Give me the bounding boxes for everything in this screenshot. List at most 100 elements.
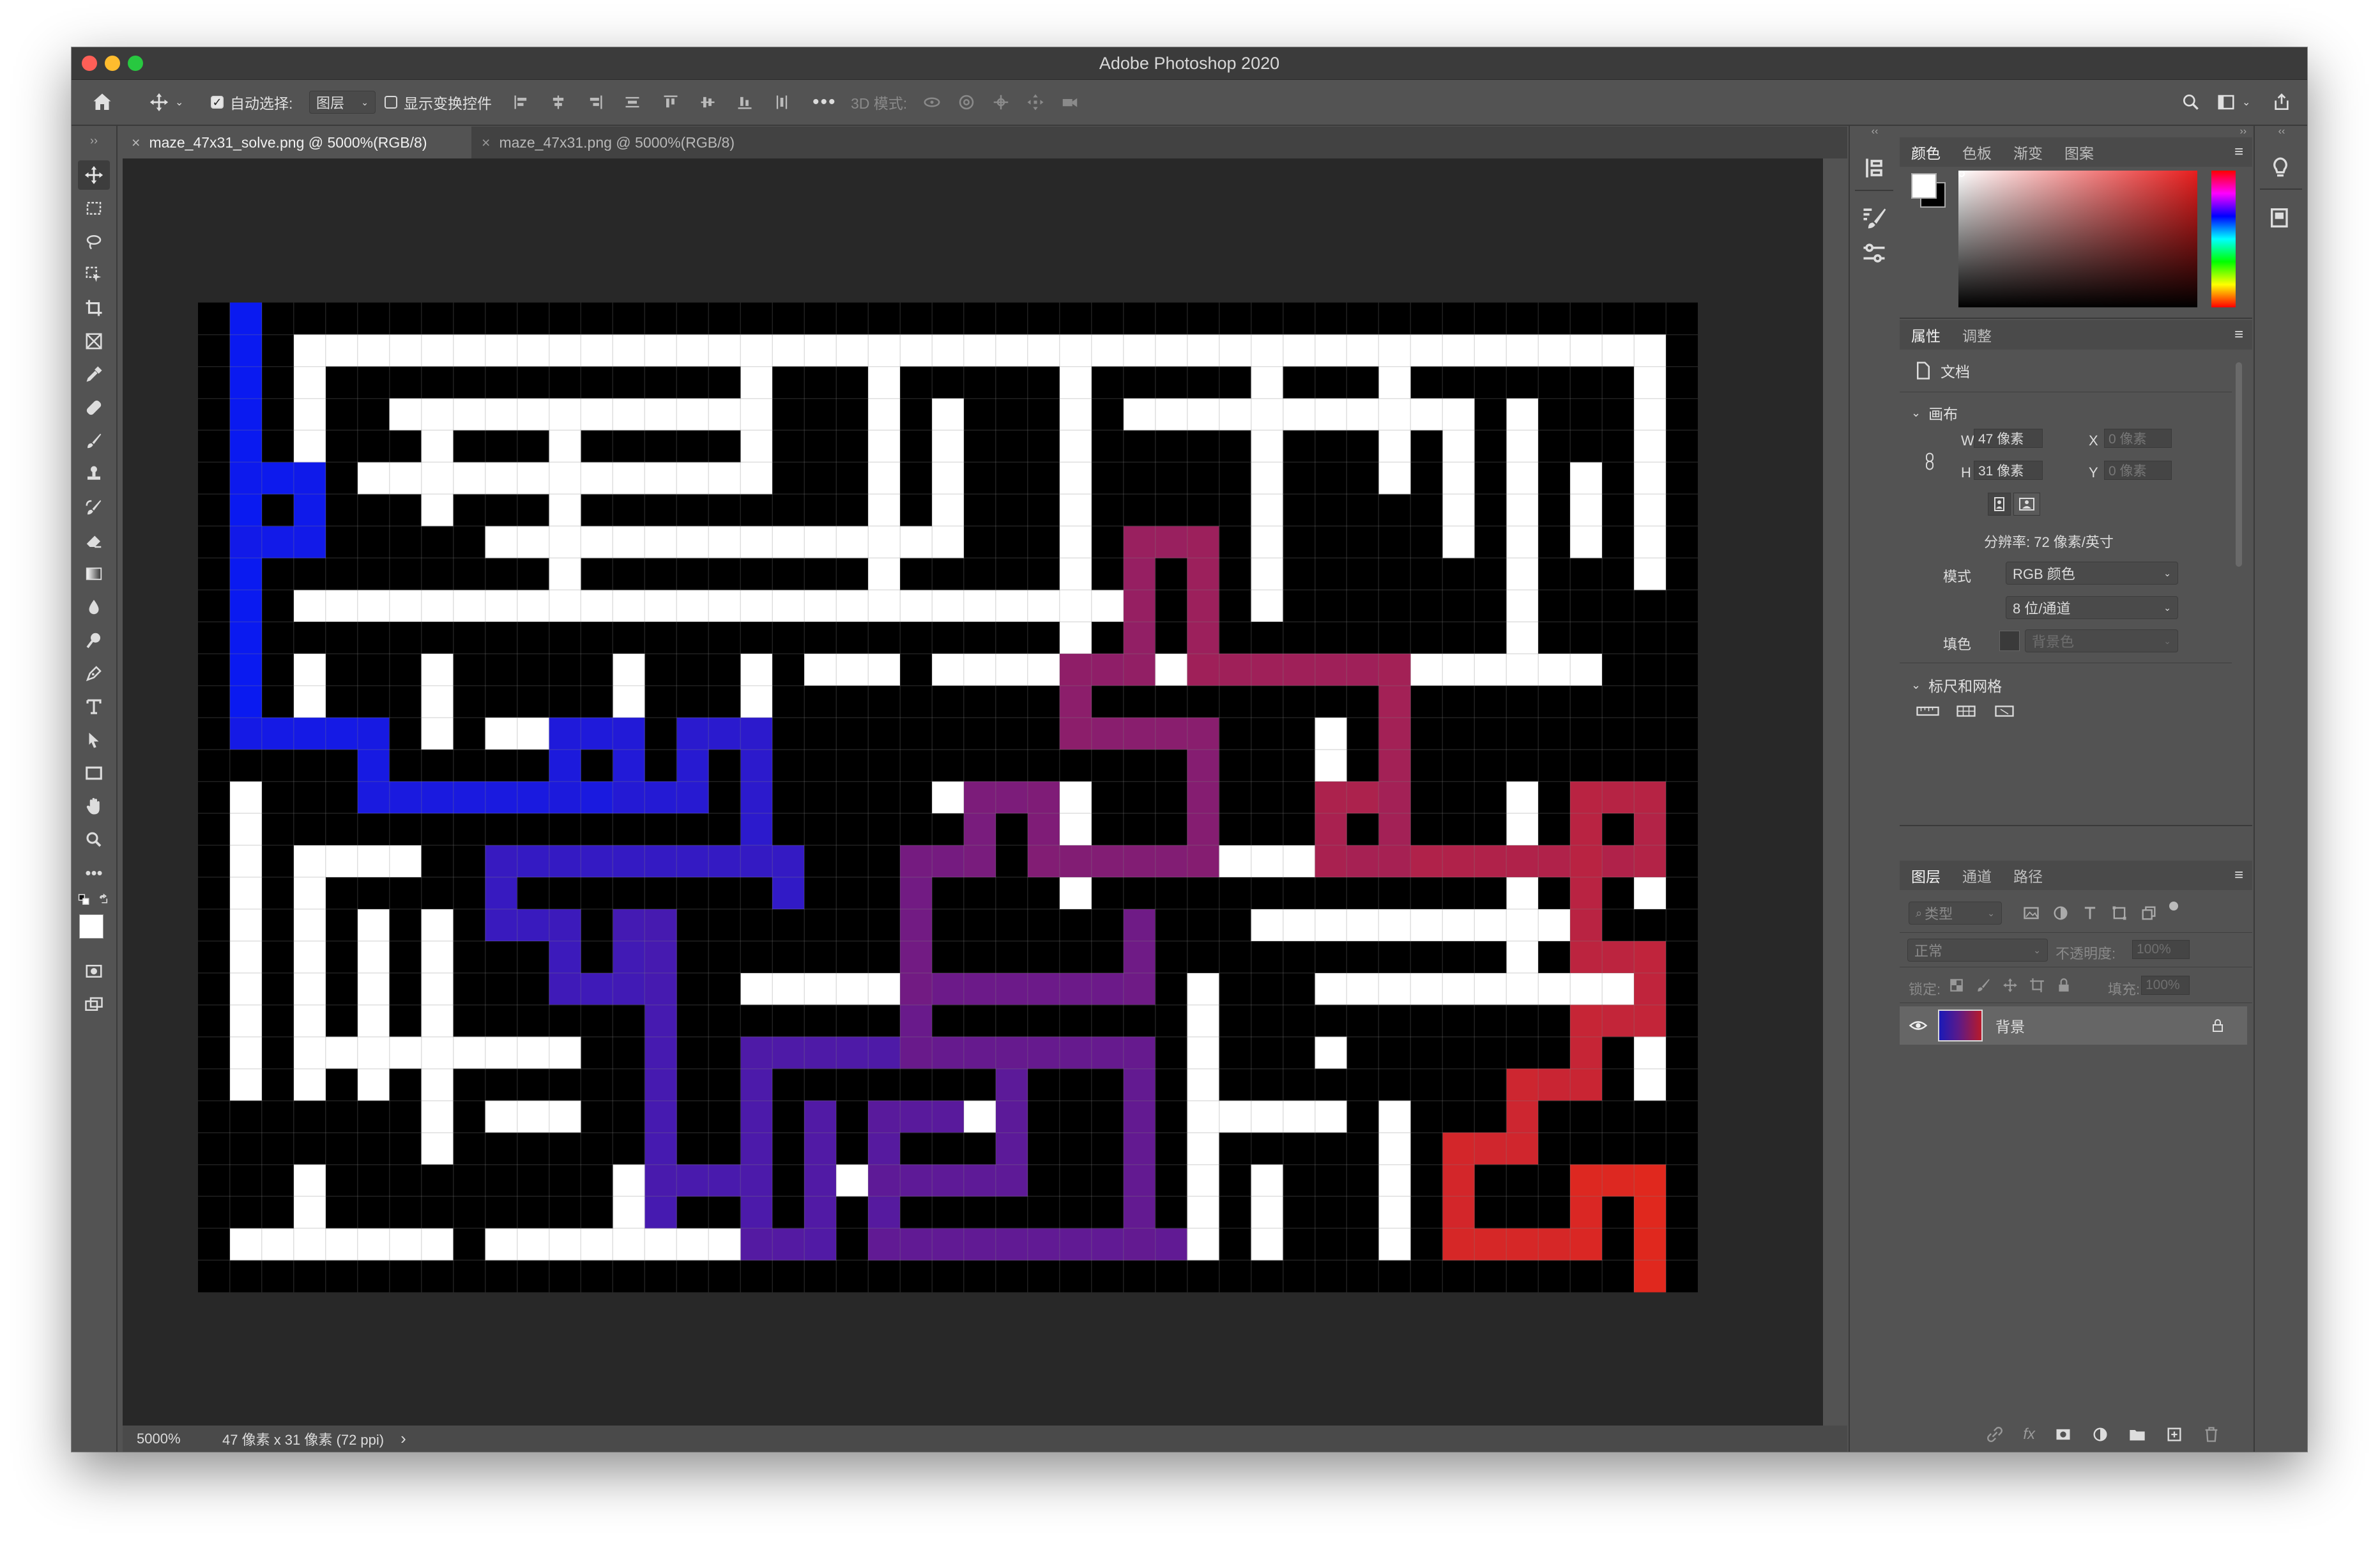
zoom-tool[interactable] xyxy=(78,825,110,854)
clone-stamp-tool[interactable] xyxy=(78,459,110,489)
filter-adjustment-icon[interactable] xyxy=(2052,904,2070,922)
new-fill-layer-icon[interactable] xyxy=(2091,1426,2109,1443)
canvas-section-header[interactable]: ⌄ 画布 xyxy=(1911,402,1958,424)
hue-slider[interactable] xyxy=(2211,171,2236,307)
lock-position-icon[interactable] xyxy=(2002,977,2018,994)
healing-brush-tool[interactable] xyxy=(78,393,110,422)
pen-tool[interactable] xyxy=(78,659,110,688)
rectangle-tool[interactable] xyxy=(78,758,110,788)
zoom-level[interactable]: 5000% xyxy=(137,1431,213,1447)
brush-settings-button[interactable] xyxy=(1860,204,1888,235)
home-button[interactable] xyxy=(91,80,114,125)
lock-artboard-icon[interactable] xyxy=(2029,977,2045,994)
collapse-far-right-icon[interactable]: ‹‹ xyxy=(2255,126,2307,137)
panel-menu-icon[interactable]: ≡ xyxy=(2234,326,2243,344)
object-select-tool[interactable] xyxy=(78,260,110,289)
filter-pixel-icon[interactable] xyxy=(2022,904,2040,922)
color-foreground-swatch[interactable] xyxy=(1911,173,1937,199)
quick-mask-button[interactable] xyxy=(78,957,110,986)
share-button[interactable] xyxy=(2271,80,2292,125)
hand-tool[interactable] xyxy=(78,792,110,821)
vertical-scrollbar[interactable] xyxy=(1823,158,1847,1426)
close-icon[interactable]: × xyxy=(132,134,140,151)
3d-slide-icon[interactable] xyxy=(1026,93,1045,112)
3d-orbit-icon[interactable] xyxy=(922,93,942,112)
tab-paths[interactable]: 路径 xyxy=(2013,865,2043,886)
default-colors-button[interactable] xyxy=(78,890,110,909)
tab-maze-solve[interactable]: × maze_47x31_solve.png @ 5000%(RGB/8) xyxy=(123,127,471,158)
portrait-orientation-button[interactable] xyxy=(1988,493,2011,516)
tab-gradients[interactable]: 渐变 xyxy=(2013,141,2043,163)
align-center-h-icon[interactable] xyxy=(549,93,567,111)
type-tool[interactable] xyxy=(78,692,110,721)
tab-color[interactable]: 颜色 xyxy=(1911,141,1941,163)
new-layer-icon[interactable] xyxy=(2165,1426,2183,1443)
guides-icon[interactable] xyxy=(1993,705,2016,718)
tab-properties[interactable]: 属性 xyxy=(1911,324,1941,346)
workspace-button[interactable]: ⌄ xyxy=(2215,80,2250,125)
panel-menu-icon[interactable]: ≡ xyxy=(2234,143,2243,161)
crop-tool[interactable] xyxy=(78,293,110,323)
tab-swatches[interactable]: 色板 xyxy=(1962,141,1992,163)
rulers-grids-header[interactable]: ⌄ 标尺和网格 xyxy=(1911,674,2002,696)
lock-transparent-icon[interactable] xyxy=(1948,977,1965,994)
move-tool-preset[interactable]: ⌄ xyxy=(148,80,183,125)
distribute-h-icon[interactable] xyxy=(623,93,641,111)
layer-row[interactable]: 背景 xyxy=(1900,1006,2247,1045)
fill-opacity-field[interactable]: 100% xyxy=(2141,976,2190,995)
foreground-color-swatch[interactable] xyxy=(79,914,103,939)
history-panel-button[interactable] xyxy=(1860,154,1888,185)
lasso-tool[interactable] xyxy=(78,227,110,256)
close-icon[interactable]: × xyxy=(482,134,490,151)
gradient-tool[interactable] xyxy=(78,559,110,588)
lock-all-icon[interactable] xyxy=(2056,977,2072,994)
search-button[interactable] xyxy=(2181,80,2201,125)
frame-tool[interactable] xyxy=(78,327,110,356)
landscape-orientation-button[interactable] xyxy=(2013,493,2040,516)
tab-maze[interactable]: × maze_47x31.png @ 5000%(RGB/8) xyxy=(473,127,779,158)
align-left-icon[interactable] xyxy=(512,93,530,111)
width-field[interactable]: 47 像素 xyxy=(1974,429,2043,448)
collapse-panels-icon[interactable]: ›› xyxy=(1900,126,2252,137)
swap-colors-icon[interactable] xyxy=(98,893,110,907)
marquee-tool[interactable] xyxy=(78,194,110,223)
learn-panel-button[interactable] xyxy=(2268,155,2293,184)
auto-select-checkbox[interactable]: ✓ 自动选择: xyxy=(211,80,293,125)
fill-color-swatch[interactable] xyxy=(1999,631,2020,651)
eyedropper-tool[interactable] xyxy=(78,360,110,389)
y-field[interactable]: 0 像素 xyxy=(2104,461,2172,480)
layer-filter-dropdown[interactable]: ⌕ 类型 ⌄ xyxy=(1909,902,2002,925)
3d-roll-icon[interactable] xyxy=(957,93,976,112)
height-field[interactable]: 31 像素 xyxy=(1974,461,2043,480)
color-field[interactable] xyxy=(1958,171,2197,307)
show-transform-checkbox[interactable]: 显示变换控件 xyxy=(385,80,492,125)
color-picker-cursor[interactable] xyxy=(1958,171,1965,177)
grid-icon[interactable] xyxy=(1955,705,1978,718)
collapse-icons-icon[interactable]: ‹‹ xyxy=(1850,126,1900,137)
document-canvas[interactable] xyxy=(198,302,1698,1293)
lock-pixels-icon[interactable] xyxy=(1975,977,1992,994)
new-group-icon[interactable] xyxy=(2128,1426,2146,1443)
edit-toolbar-button[interactable]: ••• xyxy=(78,858,110,888)
tab-adjustments[interactable]: 调整 xyxy=(1962,324,1992,346)
align-middle-icon[interactable] xyxy=(699,93,717,111)
align-bottom-icon[interactable] xyxy=(736,93,754,111)
libraries-panel-button[interactable] xyxy=(2268,205,2293,234)
add-mask-icon[interactable] xyxy=(2054,1426,2072,1443)
3d-pan-icon[interactable] xyxy=(991,93,1011,112)
blur-tool[interactable] xyxy=(78,592,110,622)
filter-toggle-icon[interactable] xyxy=(2169,902,2178,911)
properties-scrollbar[interactable] xyxy=(2236,362,2242,567)
eye-icon[interactable] xyxy=(1909,1016,1928,1035)
opacity-field[interactable]: 100% xyxy=(2132,940,2190,959)
filter-type-icon[interactable] xyxy=(2081,904,2099,922)
bit-depth-dropdown[interactable]: 8 位/通道 ⌄ xyxy=(2006,596,2178,619)
more-options-button[interactable]: ••• xyxy=(812,80,837,125)
tab-channels[interactable]: 通道 xyxy=(1962,865,1992,886)
collapse-tools-icon[interactable]: ›› xyxy=(78,126,110,155)
auto-select-dropdown[interactable]: 图层 ⌄ xyxy=(309,91,376,114)
brush-tool[interactable] xyxy=(78,426,110,456)
align-right-icon[interactable] xyxy=(586,93,604,111)
3d-camera-icon[interactable] xyxy=(1060,93,1079,112)
path-select-tool[interactable] xyxy=(78,725,110,755)
